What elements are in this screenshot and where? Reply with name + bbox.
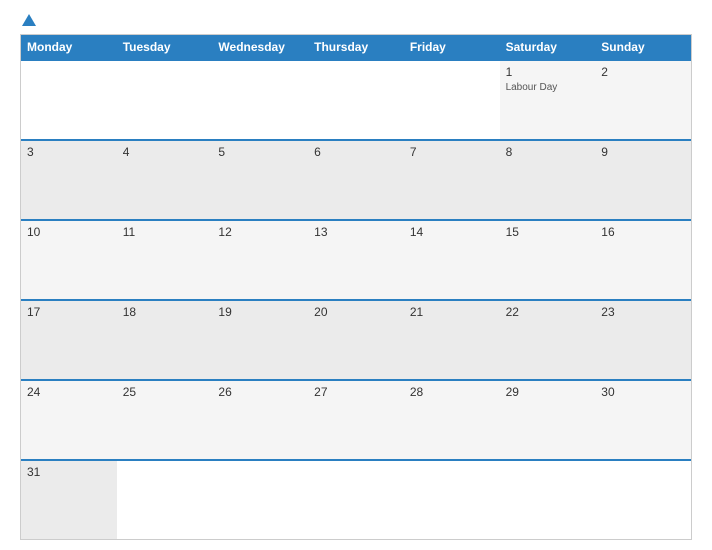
cal-cell <box>308 461 404 539</box>
cal-cell: 28 <box>404 381 500 459</box>
cal-cell: 4 <box>117 141 213 219</box>
cal-cell <box>212 61 308 139</box>
cal-cell <box>404 61 500 139</box>
day-number: 30 <box>601 385 685 399</box>
header-day-monday: Monday <box>21 35 117 59</box>
cal-cell <box>117 461 213 539</box>
day-number: 9 <box>601 145 685 159</box>
cal-cell: 24 <box>21 381 117 459</box>
logo-stack <box>20 16 36 26</box>
cal-cell: 27 <box>308 381 404 459</box>
day-number: 19 <box>218 305 302 319</box>
day-number: 26 <box>218 385 302 399</box>
week-row-6: 31 <box>21 459 691 539</box>
cal-cell: 1 Labour Day <box>500 61 596 139</box>
calendar: MondayTuesdayWednesdayThursdayFridaySatu… <box>20 34 692 540</box>
header-day-saturday: Saturday <box>500 35 596 59</box>
day-number: 15 <box>506 225 590 239</box>
cal-cell: 30 <box>595 381 691 459</box>
day-number: 23 <box>601 305 685 319</box>
cal-cell: 15 <box>500 221 596 299</box>
day-number: 12 <box>218 225 302 239</box>
cal-cell: 5 <box>212 141 308 219</box>
day-number: 25 <box>123 385 207 399</box>
calendar-body: 1Labour Day23456789101112131415161718192… <box>21 59 691 539</box>
cal-cell: 23 <box>595 301 691 379</box>
cal-cell: 21 <box>404 301 500 379</box>
cal-cell: 17 <box>21 301 117 379</box>
cal-cell: 9 <box>595 141 691 219</box>
cal-cell: 22 <box>500 301 596 379</box>
week-row-5: 24 25 26 27 28 29 30 <box>21 379 691 459</box>
cal-cell: 10 <box>21 221 117 299</box>
cal-cell: 13 <box>308 221 404 299</box>
cal-cell <box>404 461 500 539</box>
cal-cell <box>500 461 596 539</box>
day-number: 18 <box>123 305 207 319</box>
day-number: 24 <box>27 385 111 399</box>
logo <box>20 16 36 26</box>
cal-cell: 8 <box>500 141 596 219</box>
day-number: 21 <box>410 305 494 319</box>
header-day-tuesday: Tuesday <box>117 35 213 59</box>
week-row-4: 17 18 19 20 21 22 23 <box>21 299 691 379</box>
cal-cell: 29 <box>500 381 596 459</box>
day-number: 6 <box>314 145 398 159</box>
day-number: 5 <box>218 145 302 159</box>
cal-cell: 25 <box>117 381 213 459</box>
day-number: 2 <box>601 65 685 79</box>
calendar-header-row: MondayTuesdayWednesdayThursdayFridaySatu… <box>21 35 691 59</box>
cal-cell: 3 <box>21 141 117 219</box>
cal-cell <box>595 461 691 539</box>
day-number: 10 <box>27 225 111 239</box>
day-number: 31 <box>27 465 111 479</box>
logo-row <box>20 16 36 26</box>
day-number: 16 <box>601 225 685 239</box>
day-number: 28 <box>410 385 494 399</box>
week-row-3: 10 11 12 13 14 15 16 <box>21 219 691 299</box>
cal-cell: 7 <box>404 141 500 219</box>
cal-cell <box>117 61 213 139</box>
week-row-1: 1 Labour Day 2 <box>21 59 691 139</box>
day-number: 14 <box>410 225 494 239</box>
day-event: Labour Day <box>506 82 590 93</box>
cal-cell: 12 <box>212 221 308 299</box>
cal-cell: 18 <box>117 301 213 379</box>
day-number: 11 <box>123 225 207 239</box>
cal-cell: 16 <box>595 221 691 299</box>
header-day-friday: Friday <box>404 35 500 59</box>
day-number: 3 <box>27 145 111 159</box>
cal-cell: 2 <box>595 61 691 139</box>
page: MondayTuesdayWednesdayThursdayFridaySatu… <box>0 0 712 550</box>
header-day-sunday: Sunday <box>595 35 691 59</box>
day-number: 13 <box>314 225 398 239</box>
day-number: 29 <box>506 385 590 399</box>
day-number: 17 <box>27 305 111 319</box>
day-number: 1 <box>506 65 590 79</box>
day-number: 22 <box>506 305 590 319</box>
cal-cell: 11 <box>117 221 213 299</box>
cal-cell: 19 <box>212 301 308 379</box>
day-number: 20 <box>314 305 398 319</box>
cal-cell: 31 <box>21 461 117 539</box>
cal-cell: 6 <box>308 141 404 219</box>
day-number: 7 <box>410 145 494 159</box>
week-row-2: 3456789 <box>21 139 691 219</box>
day-number: 4 <box>123 145 207 159</box>
day-number: 8 <box>506 145 590 159</box>
cal-cell <box>308 61 404 139</box>
header-day-wednesday: Wednesday <box>212 35 308 59</box>
cal-cell: 20 <box>308 301 404 379</box>
cal-cell: 26 <box>212 381 308 459</box>
logo-triangle-icon <box>22 14 36 26</box>
header-day-thursday: Thursday <box>308 35 404 59</box>
day-number: 27 <box>314 385 398 399</box>
calendar-header <box>20 16 692 26</box>
cal-cell <box>21 61 117 139</box>
cal-cell: 14 <box>404 221 500 299</box>
cal-cell <box>212 461 308 539</box>
